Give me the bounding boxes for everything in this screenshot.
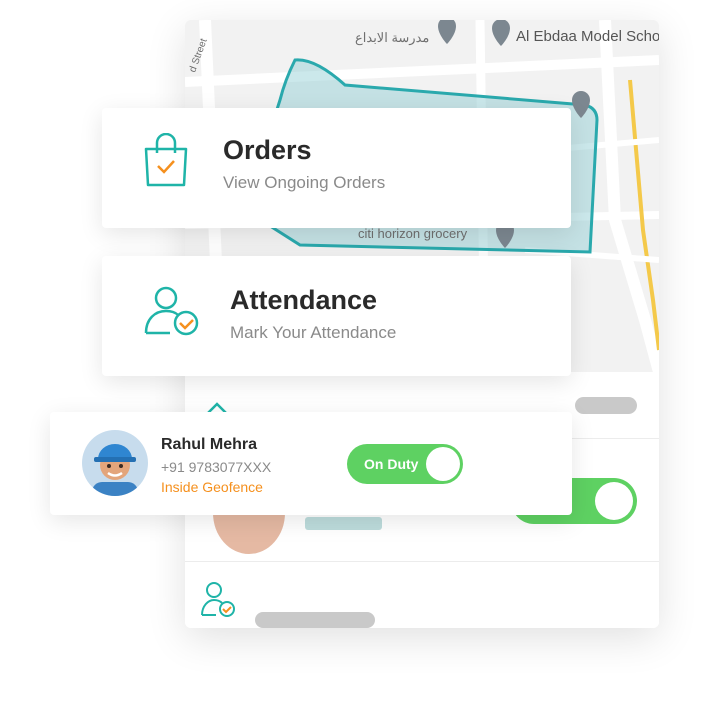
- placeholder-bar: [575, 397, 637, 414]
- placeholder-bar: [255, 612, 375, 628]
- duty-toggle[interactable]: On Duty: [347, 444, 463, 484]
- toggle-knob: [426, 447, 460, 481]
- map-label-school-arabic: مدرسة الابداع: [355, 30, 430, 45]
- duty-toggle-label: On Duty: [364, 456, 419, 472]
- user-check-icon: [201, 582, 235, 617]
- user-check-icon: [144, 286, 199, 336]
- orders-title: Orders: [223, 135, 312, 165]
- profile-card: Rahul Mehra +91 9783077XXX Inside Geofen…: [50, 412, 572, 515]
- orders-subtitle: View Ongoing Orders: [223, 173, 386, 192]
- map-label-school: Al Ebdaa Model Scho: [516, 28, 659, 45]
- attendance-card[interactable]: Attendance Mark Your Attendance: [102, 256, 571, 376]
- geofence-status: Inside Geofence: [161, 479, 263, 495]
- placeholder-bar: [305, 517, 382, 530]
- attendance-subtitle: Mark Your Attendance: [230, 323, 397, 342]
- shopping-bag-check-icon: [144, 133, 188, 187]
- avatar: [82, 430, 148, 496]
- profile-phone: +91 9783077XXX: [161, 459, 272, 475]
- divider: [185, 561, 659, 562]
- map-label-grocery: citi horizon grocery: [358, 226, 468, 241]
- attendance-title: Attendance: [230, 285, 378, 315]
- orders-card[interactable]: Orders View Ongoing Orders: [102, 108, 571, 228]
- profile-name: Rahul Mehra: [161, 436, 258, 453]
